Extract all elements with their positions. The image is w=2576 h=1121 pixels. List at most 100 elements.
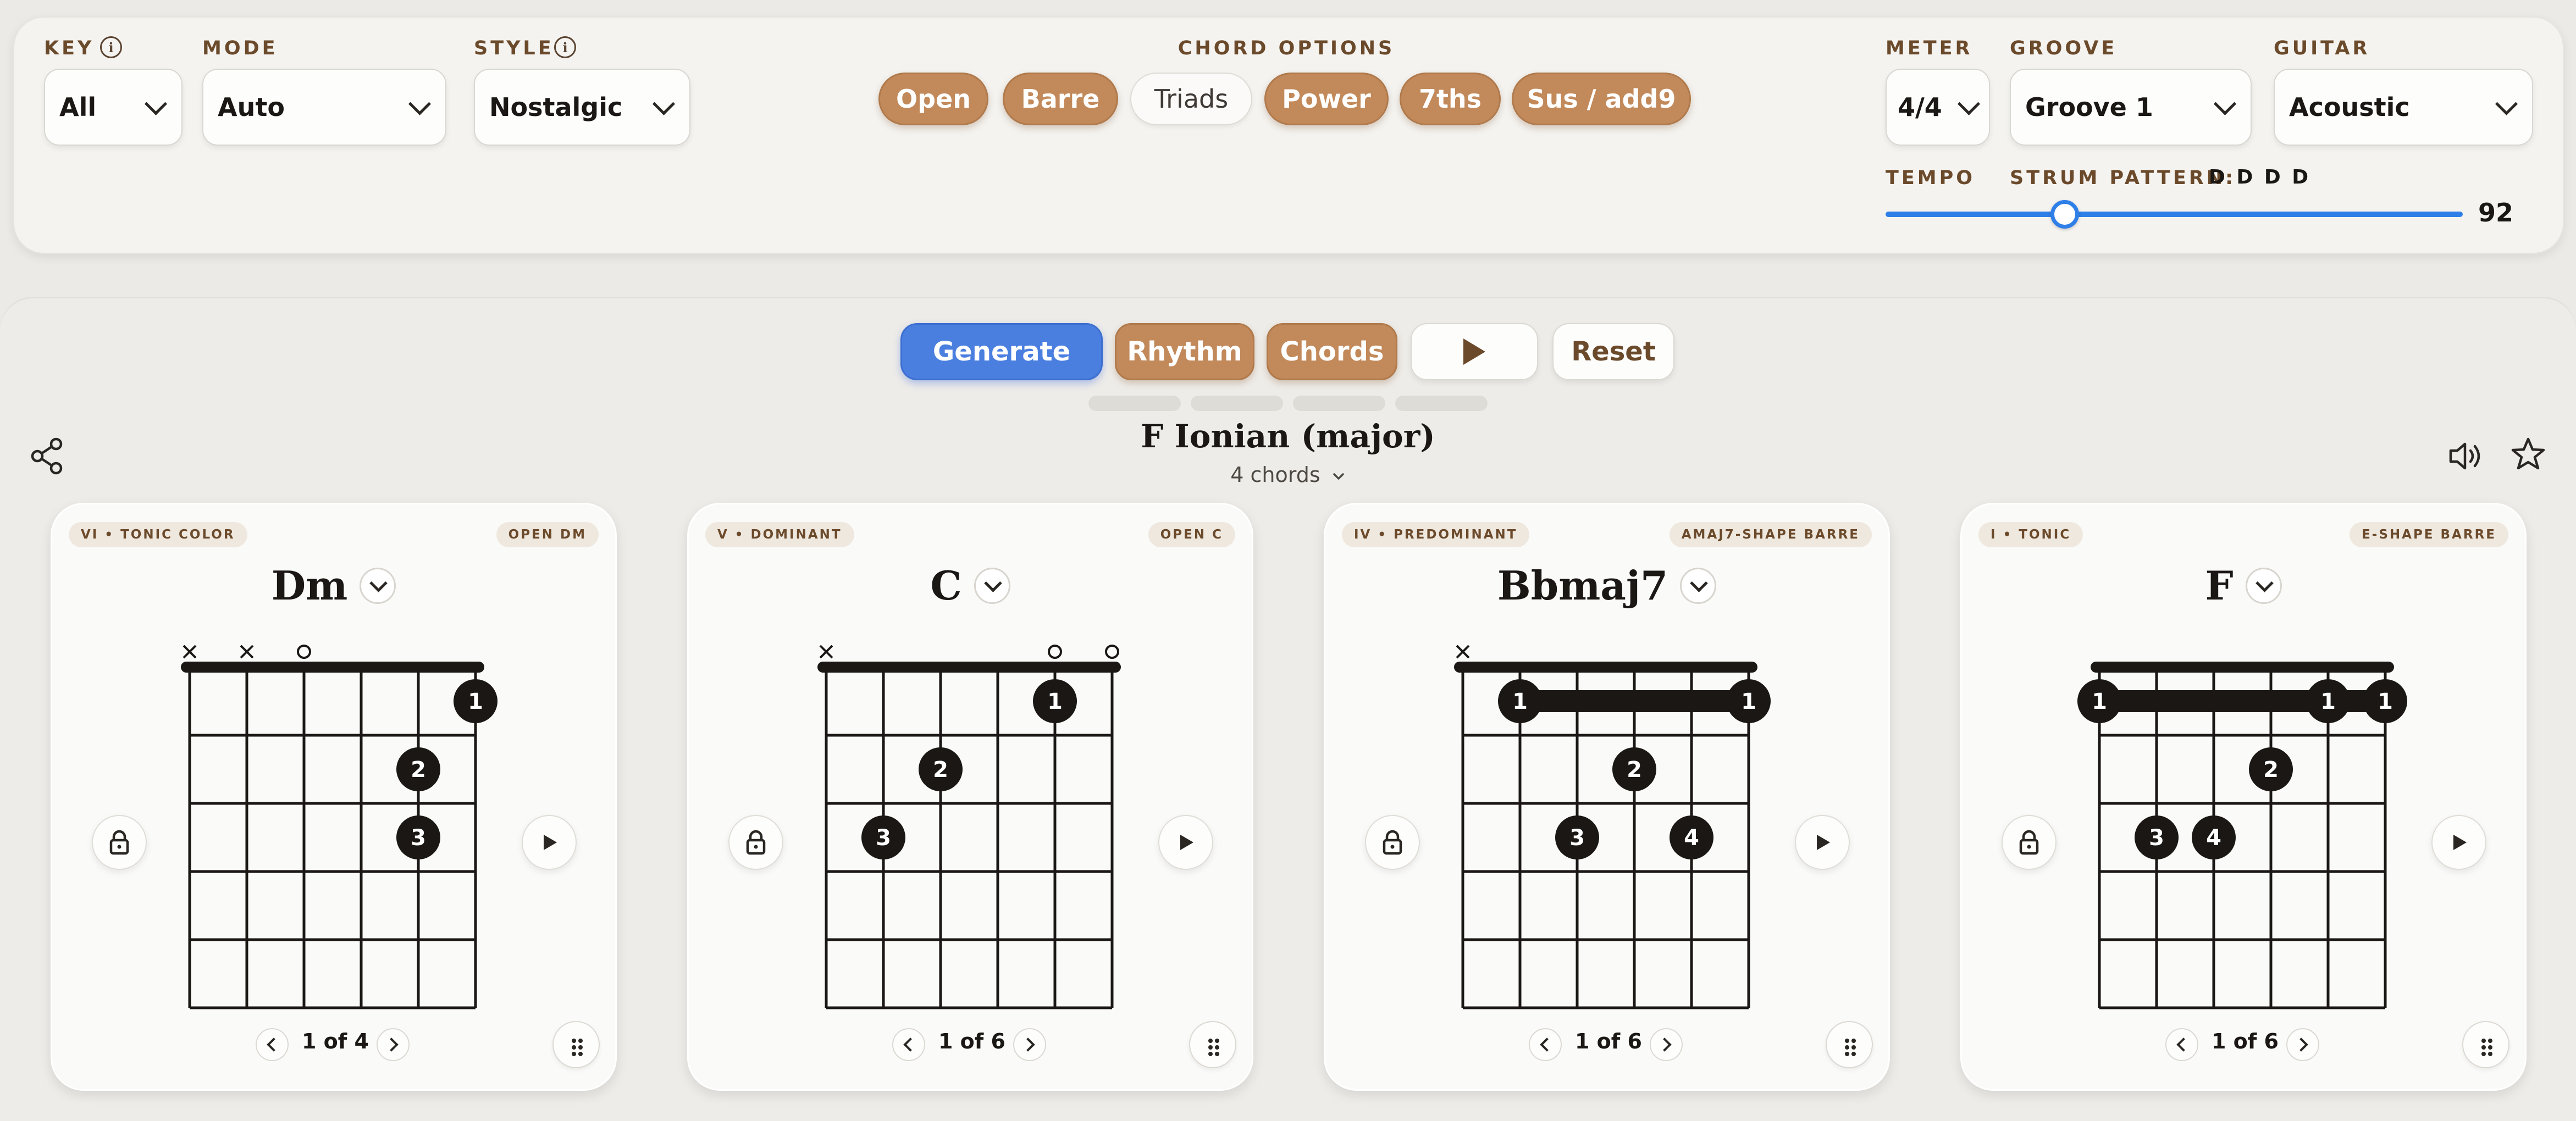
chord-option-power[interactable]: Power	[1264, 73, 1389, 125]
next-voicing-button[interactable]	[377, 1028, 410, 1061]
finger-dot: 1	[2306, 679, 2350, 723]
lock-chord-button[interactable]	[92, 815, 147, 870]
generate-button[interactable]: Generate	[900, 323, 1103, 380]
mode-label: MODE	[202, 37, 278, 59]
finger-number: 1	[1741, 689, 1756, 714]
play-icon	[1180, 835, 1193, 850]
tempo-slider-handle[interactable]	[2050, 200, 2079, 229]
finger-dot: 1	[454, 679, 497, 723]
groove-label: GROOVE	[2010, 37, 2118, 59]
finger-dot: 3	[396, 815, 440, 859]
previous-voicing-button[interactable]	[2165, 1028, 2198, 1061]
play-button[interactable]	[1411, 323, 1538, 380]
mode-select-value: Auto	[218, 92, 285, 122]
chord-diagram: 1 2 3	[181, 645, 497, 1009]
chord-diagram: 1 2 3	[817, 645, 1121, 1009]
finger-dot: 2	[1612, 747, 1656, 791]
style-select[interactable]: Nostalgic	[474, 69, 690, 146]
finger-dot: 1	[2077, 679, 2121, 723]
style-info-icon[interactable]: i	[554, 36, 576, 58]
chord-diagram: 1 1 2 3 4	[1454, 645, 1771, 1009]
chevron-left-icon	[903, 1037, 917, 1052]
finger-number: 1	[2378, 689, 2393, 714]
chevron-left-icon	[267, 1037, 281, 1052]
muted-string-icon	[183, 645, 197, 659]
progress-segment	[1395, 396, 1488, 411]
finger-dot: 4	[1670, 815, 1713, 859]
chord-option-sus-add9[interactable]: Sus / add9	[1512, 73, 1691, 125]
meter-select[interactable]: 4/4	[1886, 69, 1990, 146]
finger-number: 3	[2149, 825, 2164, 851]
play-icon	[2453, 835, 2467, 850]
finger-dot: 3	[2135, 815, 2179, 859]
next-voicing-button[interactable]	[1650, 1028, 1683, 1061]
next-voicing-button[interactable]	[2286, 1028, 2319, 1061]
finger-dot: 2	[2249, 747, 2293, 791]
style-select-value: Nostalgic	[489, 92, 623, 122]
finger-number: 3	[1569, 825, 1585, 851]
finger-dot: 3	[861, 815, 905, 859]
key-info-icon[interactable]: i	[100, 36, 122, 58]
guitar-select[interactable]: Acoustic	[2274, 69, 2533, 146]
drag-handle[interactable]	[552, 1021, 600, 1068]
voicing-pager: 1 of 6	[938, 1029, 1005, 1053]
chord-option-7ths[interactable]: 7ths	[1400, 73, 1501, 125]
tempo-label: TEMPO	[1886, 167, 1976, 189]
finger-number: 3	[876, 825, 891, 851]
style-label: STYLE	[474, 37, 554, 59]
finger-number: 1	[2320, 689, 2336, 714]
finger-number: 3	[411, 825, 426, 851]
lock-icon	[1383, 830, 1402, 855]
meter-select-value: 4/4	[1898, 92, 1942, 122]
mode-select[interactable]: Auto	[202, 69, 446, 146]
tempo-slider-track[interactable]	[1886, 212, 2463, 217]
chevron-right-icon	[1021, 1037, 1035, 1052]
chord-count-toggle[interactable]: 4 chords	[0, 463, 2576, 487]
finger-number: 2	[933, 757, 948, 783]
play-chord-button[interactable]	[1795, 815, 1850, 870]
chord-option-triads[interactable]: Triads	[1130, 73, 1252, 125]
voicing-pager: 1 of 6	[1575, 1029, 1642, 1053]
grip-dots-icon	[572, 1039, 583, 1056]
chord-card: I • TONIC E-SHAPE BARRE F 1 1 1 2 3 4 1 of 6	[1960, 503, 2527, 1091]
lock-chord-button[interactable]	[2002, 815, 2057, 870]
tempo-value: 92	[2478, 198, 2514, 227]
groove-select[interactable]: Groove 1	[2010, 69, 2252, 146]
key-select[interactable]: All	[44, 69, 183, 146]
star-icon[interactable]	[2510, 436, 2546, 473]
finger-number: 2	[411, 757, 426, 783]
play-chord-button[interactable]	[2431, 815, 2486, 870]
speaker-icon[interactable]	[2447, 440, 2484, 473]
drag-handle[interactable]	[2462, 1021, 2509, 1068]
share-icon[interactable]	[30, 437, 66, 475]
chevron-down-icon	[144, 92, 168, 115]
previous-voicing-button[interactable]	[1529, 1028, 1562, 1061]
play-chord-button[interactable]	[1158, 815, 1213, 870]
drag-handle[interactable]	[1189, 1021, 1236, 1068]
lock-icon	[2019, 830, 2039, 855]
previous-voicing-button[interactable]	[892, 1028, 925, 1061]
guitar-select-value: Acoustic	[2289, 92, 2410, 122]
play-icon	[1463, 338, 1485, 365]
chord-options-label: CHORD OPTIONS	[1178, 37, 1395, 59]
play-chord-button[interactable]	[522, 815, 577, 870]
next-voicing-button[interactable]	[1013, 1028, 1046, 1061]
drag-handle[interactable]	[1826, 1021, 1873, 1068]
grip-dots-icon	[1208, 1039, 1219, 1056]
chord-option-barre[interactable]: Barre	[1003, 73, 1118, 125]
lock-chord-button[interactable]	[728, 815, 783, 870]
finger-dot: 2	[919, 747, 963, 791]
lock-chord-button[interactable]	[1365, 815, 1420, 870]
finger-dot: 4	[2192, 815, 2236, 859]
rhythm-button[interactable]: Rhythm	[1115, 323, 1254, 380]
finger-number: 1	[2092, 689, 2107, 714]
muted-string-icon	[819, 645, 833, 659]
chevron-down-icon	[2213, 92, 2237, 115]
chord-option-open[interactable]: Open	[878, 73, 988, 125]
strum-pattern-label: STRUM PATTERN:	[2010, 167, 2236, 189]
reset-button[interactable]: Reset	[1552, 323, 1674, 380]
chord-card: V • DOMINANT OPEN CC1231 of 6	[687, 503, 1253, 1091]
previous-voicing-button[interactable]	[256, 1028, 289, 1061]
lock-icon	[746, 830, 766, 855]
chords-button[interactable]: Chords	[1267, 323, 1397, 380]
